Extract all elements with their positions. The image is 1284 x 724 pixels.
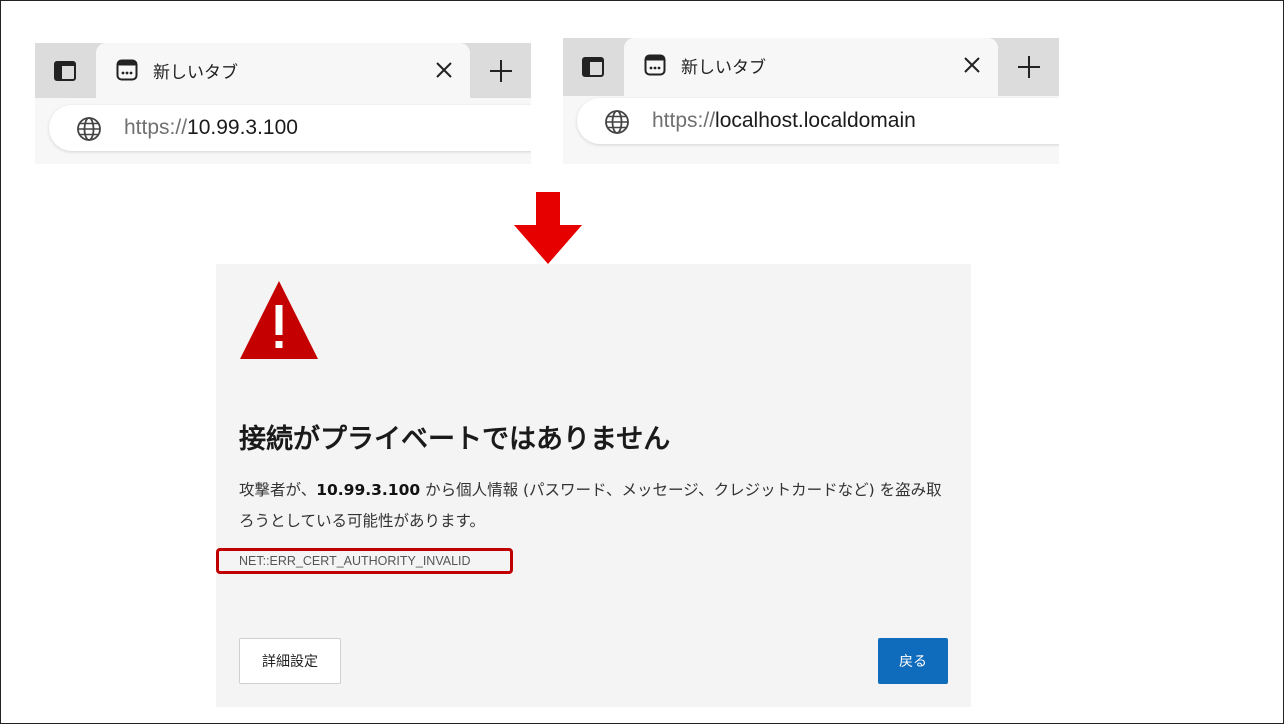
privacy-error-page: 接続がプライベートではありません 攻撃者が、10.99.3.100 から個人情報… <box>216 264 971 707</box>
plus-icon <box>1018 56 1040 78</box>
globe-icon <box>605 110 629 134</box>
toolbar: https://10.99.3.100 <box>35 98 531 164</box>
plus-icon <box>490 59 512 82</box>
error-code: NET::ERR_CERT_AUTHORITY_INVALID <box>239 554 471 568</box>
url-host: 10.99.3.100 <box>187 116 298 139</box>
screenshot-frame: 新しいタブ https://10.99.3.100 新しいタブ https://… <box>0 0 1284 724</box>
browser-window-localhost: 新しいタブ https://localhost.localdomain <box>563 38 1059 164</box>
new-tab-page-icon <box>116 59 138 81</box>
address-bar[interactable]: https://localhost.localdomain <box>577 98 1059 144</box>
tab-title: 新しいタブ <box>681 58 766 78</box>
close-icon[interactable] <box>434 60 454 80</box>
error-description-prefix: 攻撃者が、 <box>239 481 317 499</box>
address-url: https://10.99.3.100 <box>124 116 298 140</box>
tab-title: 新しいタブ <box>153 63 238 83</box>
globe-icon <box>77 117 101 141</box>
sidebar-panel-icon <box>582 57 604 77</box>
new-tab-button[interactable] <box>471 43 531 98</box>
toolbar: https://localhost.localdomain <box>563 96 1059 164</box>
url-scheme: https:// <box>124 116 188 139</box>
tab-strip: 新しいタブ <box>563 38 1059 96</box>
browser-window-ip: 新しいタブ https://10.99.3.100 <box>35 43 531 164</box>
address-bar[interactable]: https://10.99.3.100 <box>49 105 531 151</box>
error-title: 接続がプライベートではありません <box>239 424 671 455</box>
tab-actions-button[interactable] <box>35 43 95 98</box>
error-description-host: 10.99.3.100 <box>316 481 421 499</box>
new-tab-page-icon <box>644 54 666 76</box>
tab-strip: 新しいタブ <box>35 43 531 98</box>
warning-triangle-icon <box>240 281 318 359</box>
tab-new-tab[interactable]: 新しいタブ <box>96 43 470 98</box>
url-scheme: https:// <box>652 109 716 132</box>
advanced-button[interactable]: 詳細設定 <box>239 638 341 684</box>
tab-new-tab[interactable]: 新しいタブ <box>624 38 998 96</box>
back-button[interactable]: 戻る <box>878 638 948 684</box>
url-host: localhost.localdomain <box>715 109 916 132</box>
sidebar-panel-icon <box>54 60 76 81</box>
tab-actions-button[interactable] <box>563 38 623 96</box>
address-url: https://localhost.localdomain <box>652 109 916 133</box>
new-tab-button[interactable] <box>999 38 1059 96</box>
error-description: 攻撃者が、10.99.3.100 から個人情報 (パスワード、メッセージ、クレジ… <box>239 475 954 537</box>
close-icon[interactable] <box>962 55 982 75</box>
arrow-down-icon <box>514 192 582 264</box>
